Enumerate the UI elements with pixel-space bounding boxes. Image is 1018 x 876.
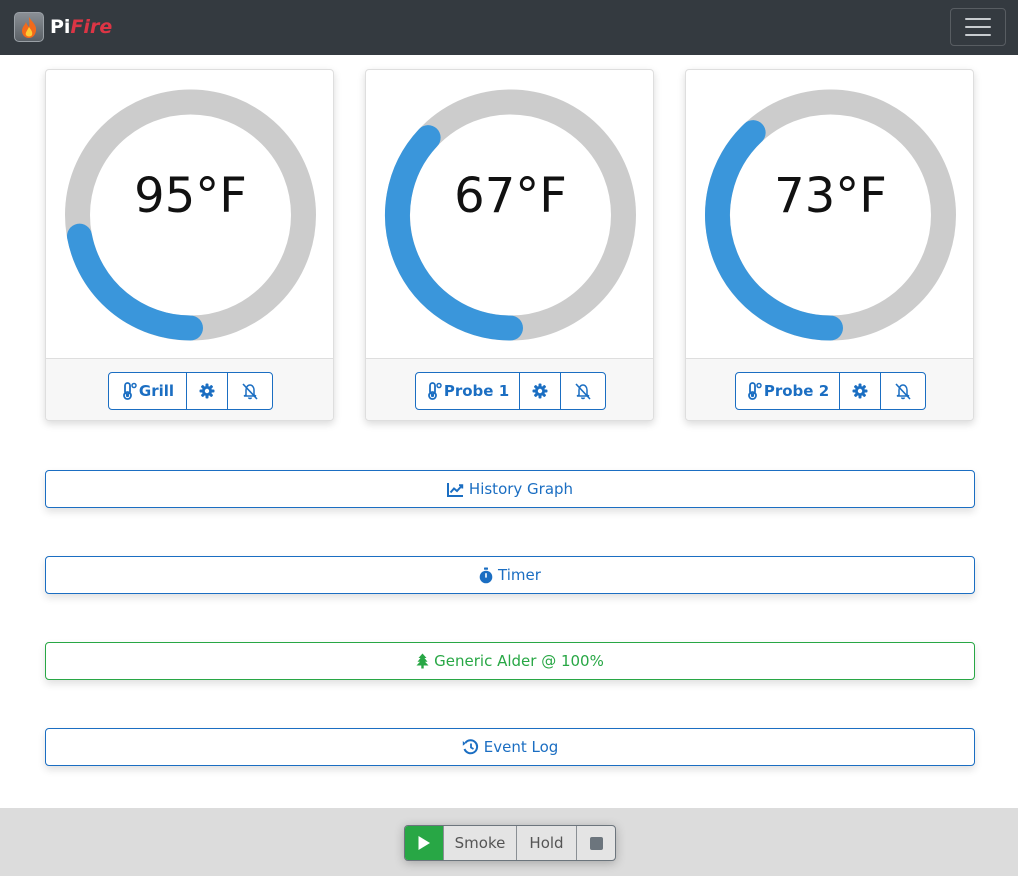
gauge-fill (705, 120, 843, 341)
gear-icon (852, 383, 868, 399)
thermometer-icon (747, 382, 762, 400)
hold-label: Hold (529, 834, 564, 852)
stop-button[interactable] (577, 826, 615, 860)
probe-2-label-button[interactable]: Probe 2 (736, 373, 840, 409)
probe-2-notify-button[interactable] (881, 373, 925, 409)
temperature-reading: 67°F (454, 168, 567, 224)
event-log-button[interactable]: Event Log (45, 728, 975, 766)
probe-1-button-group: Probe 1 (415, 372, 606, 410)
history-graph-label: History Graph (468, 480, 574, 498)
grill-label-button[interactable]: Grill (109, 373, 187, 409)
stop-icon (589, 836, 603, 850)
probe-1-label-button[interactable]: Probe 1 (416, 373, 520, 409)
history-icon (462, 739, 478, 755)
probe-1-settings-button[interactable] (520, 373, 561, 409)
hamburger-icon-line (965, 34, 991, 36)
grill-settings-button[interactable] (187, 373, 228, 409)
thermometer-icon (427, 382, 442, 400)
menu-toggle-button[interactable] (950, 8, 1006, 46)
pellet-info-label: Generic Alder @ 100% (434, 652, 604, 670)
probe-1-notify-button[interactable] (561, 373, 605, 409)
gauge-card-probe-1: 67°F Probe 1 (365, 69, 654, 421)
gear-icon (532, 383, 548, 399)
smoke-label: Smoke (454, 834, 506, 852)
flame-icon[interactable] (14, 12, 44, 42)
navbar: PiFire (0, 0, 1018, 55)
pellet-info-button[interactable]: Generic Alder @ 100% (45, 642, 975, 680)
bell-slash-icon (895, 383, 911, 400)
play-icon (418, 836, 430, 850)
timer-label: Timer (498, 566, 541, 584)
gauge-fill (385, 125, 523, 341)
bell-slash-icon (575, 383, 591, 400)
mode-control-group: Smoke Hold (404, 825, 616, 861)
smoke-button[interactable]: Smoke (444, 826, 517, 860)
probe-label: Probe 2 (763, 382, 830, 400)
grill-notify-button[interactable] (228, 373, 272, 409)
hamburger-icon-line (965, 26, 991, 28)
line-chart-icon (446, 482, 464, 497)
brand-name[interactable]: PiFire (50, 14, 112, 40)
probe-label: Probe 1 (443, 382, 510, 400)
brand-pi: Pi (50, 16, 71, 38)
hold-button[interactable]: Hold (517, 826, 577, 860)
grill-button-group: Grill (108, 372, 273, 410)
timer-button[interactable]: Timer (45, 556, 975, 594)
gauge-fill (67, 223, 203, 341)
start-button[interactable] (405, 826, 444, 860)
temperature-reading: 73°F (774, 168, 887, 224)
stopwatch-icon (479, 567, 493, 583)
temperature-reading: 95°F (134, 168, 247, 224)
brand-fire: Fire (70, 16, 113, 38)
event-log-label: Event Log (483, 738, 559, 756)
probe-2-settings-button[interactable] (840, 373, 881, 409)
tree-icon (416, 653, 429, 669)
gear-icon (199, 383, 215, 399)
gauge-card-grill: 95°F Grill (45, 69, 334, 421)
probe-label: Grill (138, 382, 175, 400)
gauge-card-probe-2: 73°F Probe 2 (685, 69, 974, 421)
hamburger-icon (965, 18, 991, 20)
history-graph-button[interactable]: History Graph (45, 470, 975, 508)
bell-slash-icon (242, 383, 258, 400)
thermometer-icon (123, 382, 137, 400)
probe-2-button-group: Probe 2 (735, 372, 926, 410)
